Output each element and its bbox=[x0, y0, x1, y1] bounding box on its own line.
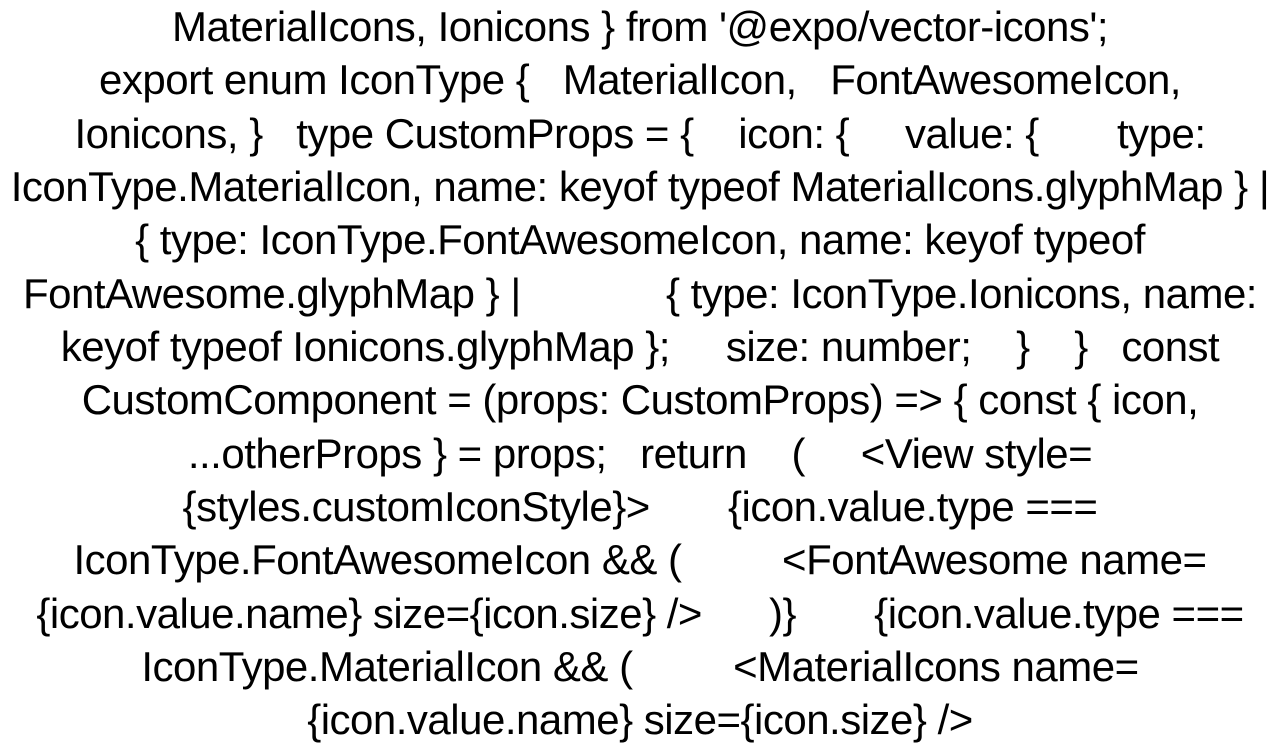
code-snippet: MaterialIcons, Ionicons } from '@expo/ve… bbox=[10, 0, 1270, 747]
